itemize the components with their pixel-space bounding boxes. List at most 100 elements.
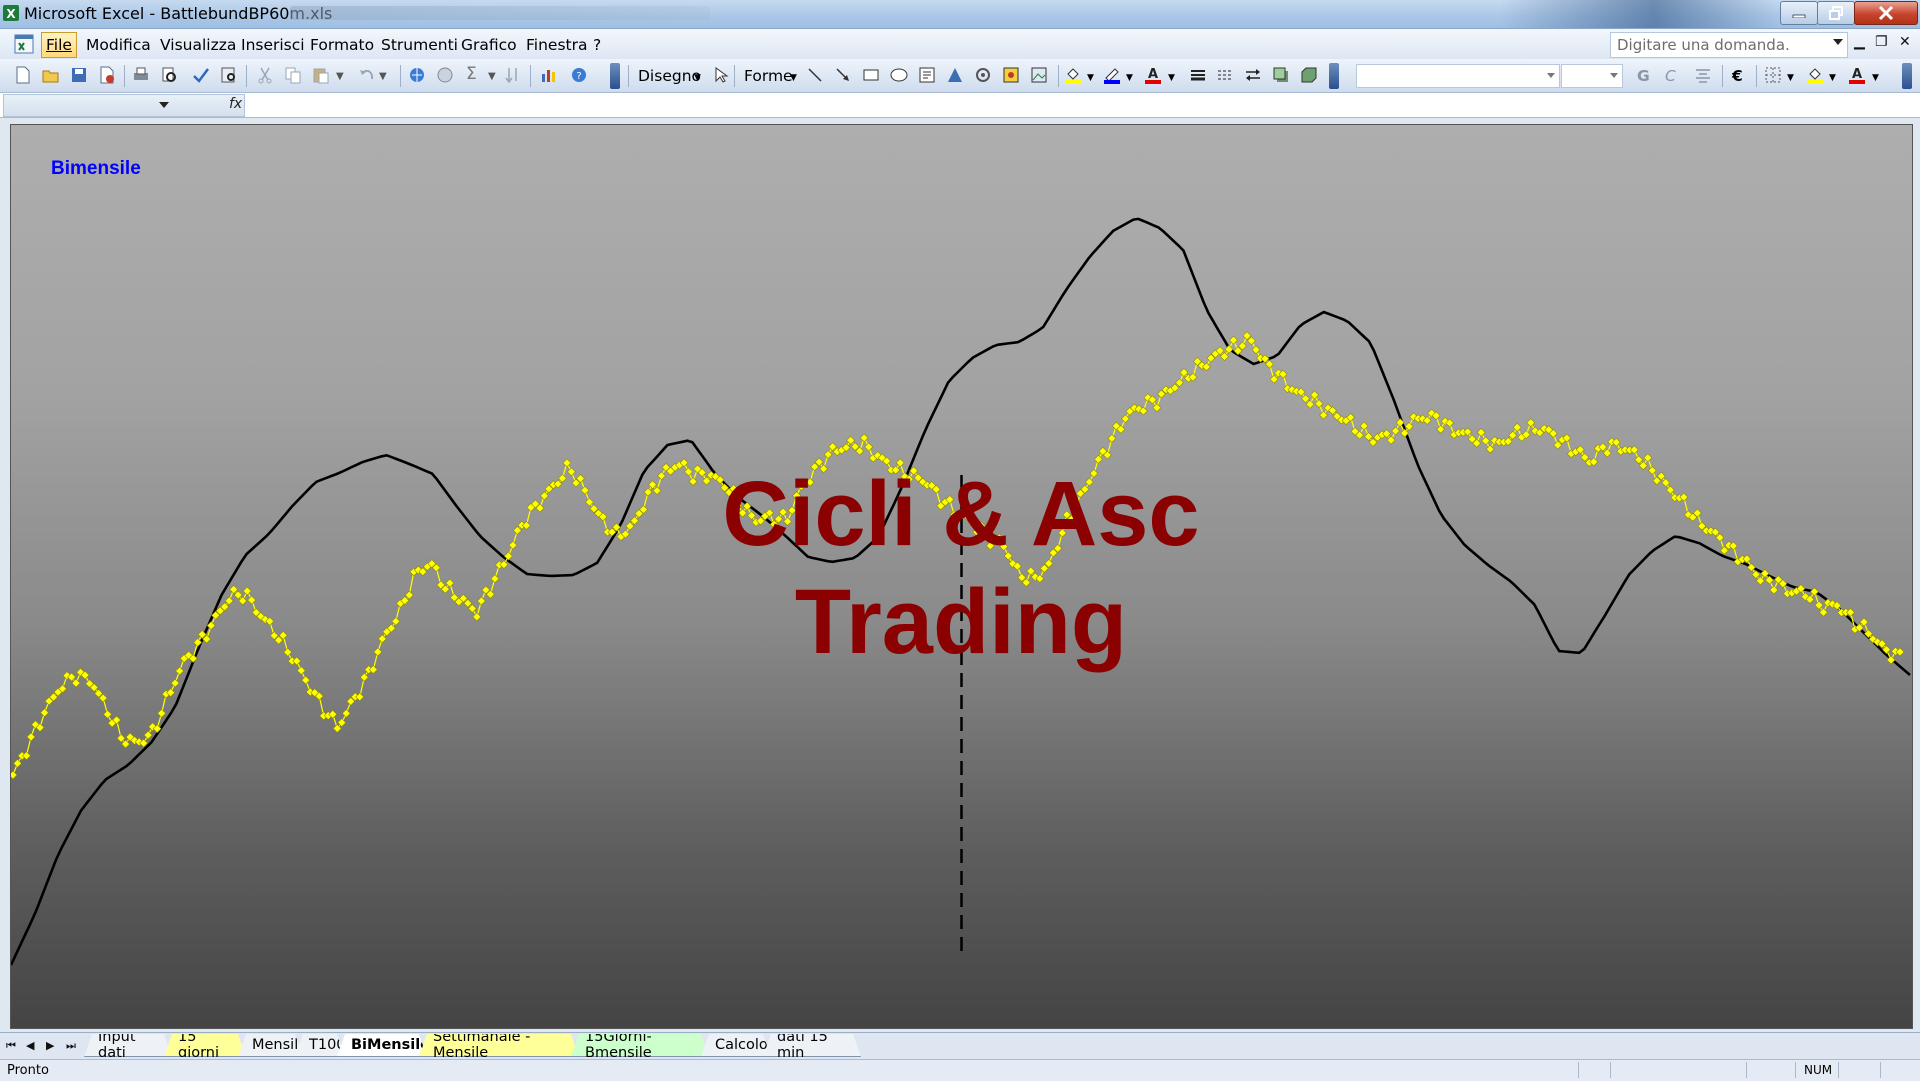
data-point-marker[interactable] <box>301 675 311 685</box>
borders-dropdown-icon[interactable]: ▼ <box>1787 73 1794 83</box>
menu-file[interactable]: File <box>41 32 77 58</box>
data-point-marker[interactable] <box>143 730 153 740</box>
data-point-marker[interactable] <box>476 596 486 606</box>
permission-icon[interactable] <box>98 66 116 84</box>
textbox-tool-icon[interactable] <box>918 66 936 84</box>
spelling-icon[interactable] <box>192 66 210 84</box>
menu-finestra[interactable]: Finestra <box>526 36 587 54</box>
data-point-marker[interactable] <box>823 450 833 459</box>
data-point-marker[interactable] <box>1436 424 1446 434</box>
open-icon[interactable] <box>42 66 60 84</box>
cut-icon[interactable] <box>256 66 274 84</box>
sheet-tab[interactable]: 15Giorni-Bmensile <box>571 1034 709 1057</box>
toolbar-options-handle[interactable] <box>610 63 620 89</box>
help-icon[interactable]: ? <box>570 66 588 84</box>
next-sheet-icon[interactable]: ▶ <box>46 1039 54 1052</box>
sheet-tab[interactable]: Calcolo <box>701 1034 771 1057</box>
line-style-icon[interactable] <box>1189 66 1207 84</box>
shadow-style-icon[interactable] <box>1272 66 1290 84</box>
3d-style-icon[interactable] <box>1300 66 1318 84</box>
data-point-marker[interactable] <box>1107 433 1117 443</box>
data-point-marker[interactable] <box>170 678 180 688</box>
chevron-down-icon[interactable] <box>1547 73 1555 78</box>
print-preview-icon[interactable] <box>160 66 178 84</box>
restore-button[interactable] <box>1817 1 1855 25</box>
doc-close-icon[interactable]: ✕ <box>1899 34 1911 50</box>
print-icon[interactable] <box>132 66 150 84</box>
data-point-marker[interactable] <box>341 708 351 718</box>
data-point-marker[interactable] <box>490 574 500 584</box>
line-color-icon[interactable] <box>1103 66 1121 84</box>
chevron-down-icon[interactable] <box>159 102 169 108</box>
drawing-dropdown-icon[interactable]: ▼ <box>694 73 701 83</box>
data-point-marker[interactable] <box>1310 390 1319 400</box>
data-point-marker[interactable] <box>1512 422 1522 432</box>
paste-dropdown-icon[interactable]: ▼ <box>336 71 344 82</box>
font-color-dropdown-icon[interactable]: ▼ <box>1168 73 1175 83</box>
data-point-marker[interactable] <box>1476 427 1486 437</box>
font-size-combo[interactable] <box>1561 64 1623 88</box>
data-point-marker[interactable] <box>1665 485 1675 495</box>
data-point-marker[interactable] <box>1647 466 1657 475</box>
hyperlink-icon[interactable] <box>408 66 426 84</box>
sheet-tab[interactable]: Settimanale -Mensile <box>419 1034 579 1057</box>
insert-function-icon[interactable]: fx <box>229 96 242 112</box>
sheet-tab[interactable]: Input dati <box>84 1034 172 1057</box>
menu-formato[interactable]: Formato <box>310 36 374 54</box>
sheet-tab[interactable]: Mensile <box>238 1034 303 1057</box>
close-button[interactable] <box>1854 1 1918 25</box>
arrow-tool-icon[interactable] <box>834 66 852 84</box>
fill-color-icon[interactable] <box>1064 66 1082 84</box>
name-box[interactable]: fx <box>3 94 245 117</box>
insert-picture-icon[interactable] <box>1030 66 1048 84</box>
clipart-icon[interactable] <box>1002 66 1020 84</box>
oval-tool-icon[interactable] <box>890 66 908 84</box>
chart-wizard-icon[interactable] <box>540 66 558 84</box>
fill-color-dropdown-icon[interactable]: ▼ <box>1087 73 1094 83</box>
data-point-marker[interactable] <box>13 758 22 768</box>
diagram-icon[interactable] <box>974 66 992 84</box>
data-point-marker[interactable] <box>472 612 482 622</box>
doc-minimize-icon[interactable]: ▁ <box>1854 34 1865 50</box>
doc-restore-icon[interactable]: ❐ <box>1875 34 1888 50</box>
data-point-marker[interactable] <box>1769 585 1779 595</box>
drawing-menu-button[interactable]: Disegno <box>638 67 701 85</box>
web-icon[interactable] <box>436 66 454 84</box>
menu-strumenti[interactable]: Strumenti <box>381 36 458 54</box>
copy-icon[interactable] <box>284 66 302 84</box>
align-center-icon[interactable] <box>1694 66 1712 84</box>
dash-style-icon[interactable] <box>1216 66 1234 84</box>
data-point-marker[interactable] <box>292 656 302 666</box>
bold-button[interactable]: G <box>1637 67 1650 85</box>
data-point-marker[interactable] <box>1152 403 1162 413</box>
select-objects-icon[interactable] <box>712 66 730 84</box>
cell-fill-dropdown-icon[interactable]: ▼ <box>1829 73 1836 83</box>
data-point-marker[interactable] <box>377 634 387 644</box>
data-point-marker[interactable] <box>1526 418 1536 428</box>
data-point-marker[interactable] <box>157 708 167 718</box>
data-point-marker[interactable] <box>1251 345 1261 355</box>
borders-icon[interactable] <box>1764 66 1782 84</box>
menu-help[interactable]: ? <box>593 36 601 54</box>
data-point-marker[interactable] <box>1120 414 1130 424</box>
data-point-marker[interactable] <box>1643 453 1653 463</box>
data-point-marker[interactable] <box>1229 335 1238 345</box>
autoshapes-dropdown-icon[interactable]: ▼ <box>790 73 797 83</box>
data-point-marker[interactable] <box>1755 576 1765 586</box>
cell-fill-color-icon[interactable] <box>1806 66 1824 84</box>
menu-grafico[interactable]: Grafico <box>461 36 517 54</box>
menu-modifica[interactable]: Modifica <box>86 36 151 54</box>
data-point-marker[interactable] <box>40 708 49 718</box>
save-icon[interactable] <box>70 66 88 84</box>
data-point-marker[interactable] <box>296 666 306 675</box>
paste-icon[interactable] <box>312 66 330 84</box>
excel-document-icon[interactable] <box>13 32 37 56</box>
data-point-marker[interactable] <box>283 647 293 657</box>
data-point-marker[interactable] <box>1814 600 1824 610</box>
ask-question-box[interactable]: Digitare una domanda. <box>1610 32 1848 58</box>
last-sheet-icon[interactable]: ⏭ <box>66 1039 76 1053</box>
chevron-down-icon[interactable] <box>1610 73 1618 78</box>
data-point-marker[interactable] <box>1269 374 1279 384</box>
line-tool-icon[interactable] <box>806 66 824 84</box>
toolbar-options-handle[interactable] <box>1329 63 1339 89</box>
